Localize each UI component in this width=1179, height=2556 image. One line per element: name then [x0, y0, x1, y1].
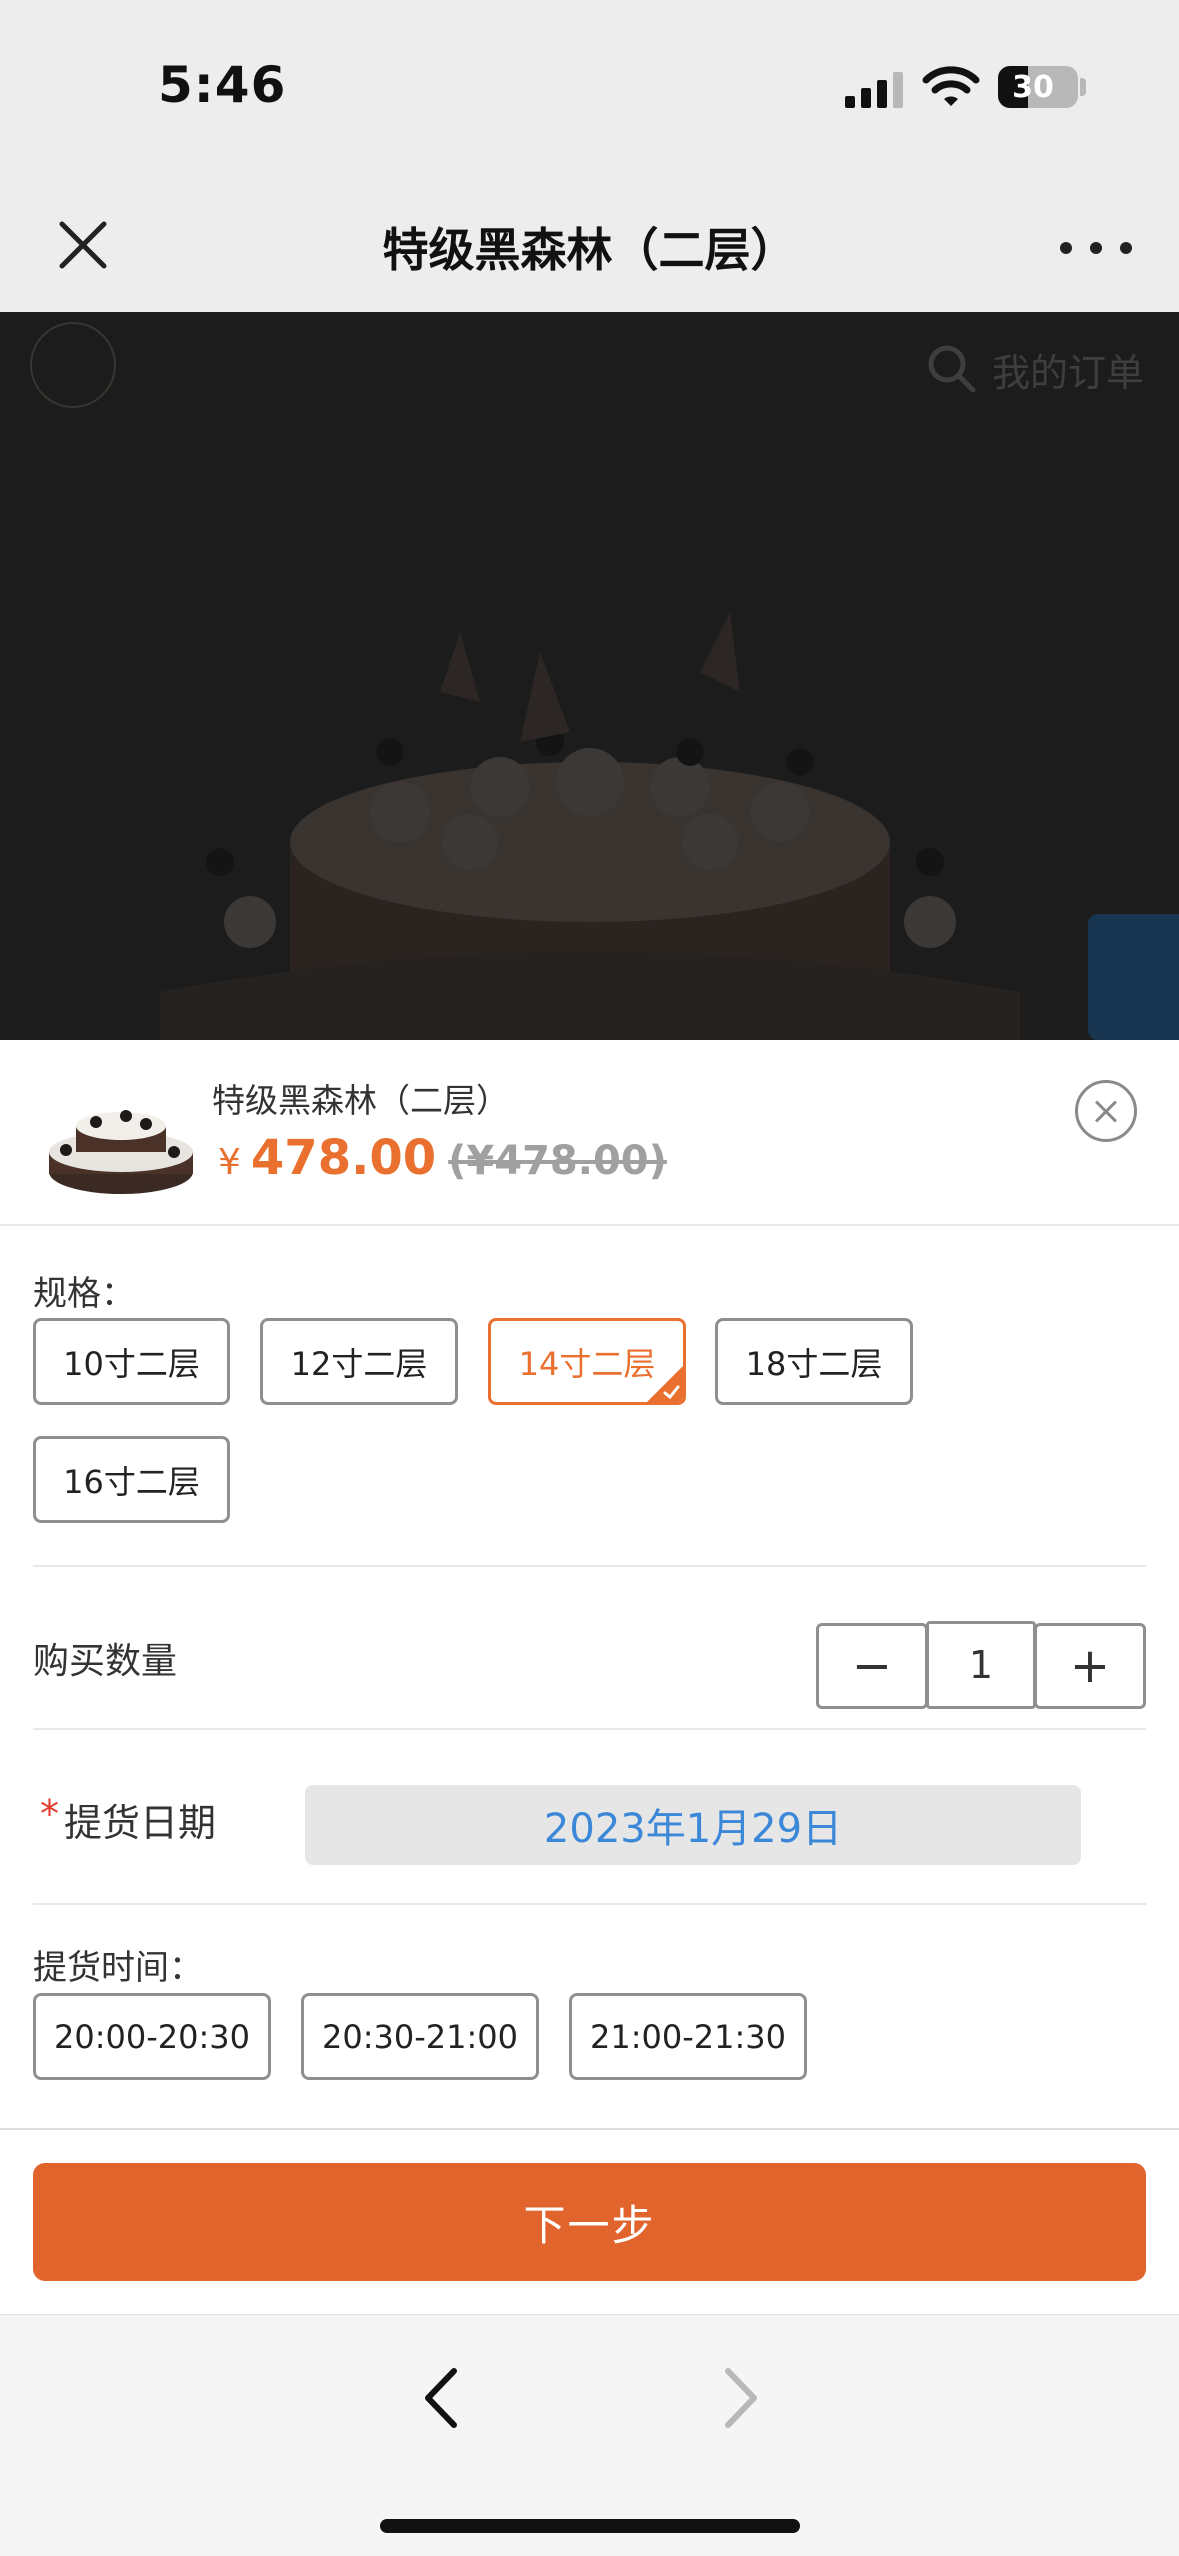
- next-step-button[interactable]: 下一步: [33, 2163, 1146, 2281]
- status-bar: 5:46 30: [0, 0, 1179, 180]
- product-name: 特级黑森林（二层）: [212, 1081, 509, 1120]
- search-icon[interactable]: [925, 342, 977, 394]
- pickup-time-option[interactable]: 20:00-20:30: [33, 1993, 271, 2080]
- sheet-close-icon[interactable]: [1075, 1080, 1137, 1142]
- quantity-minus-button[interactable]: −: [816, 1623, 928, 1709]
- product-hero: 我的订单: [0, 312, 1179, 1040]
- price-row: ¥ 478.00 (¥478.00): [218, 1130, 667, 1200]
- page-title: 特级黑森林（二层）: [382, 223, 797, 277]
- wifi-icon: [922, 66, 980, 106]
- spec-option-label: 14寸二层: [518, 1344, 656, 1383]
- customer-service-icon[interactable]: [1088, 914, 1179, 1040]
- pickup-date-label: 提货日期: [64, 1801, 217, 1845]
- battery-tip: [1080, 78, 1086, 96]
- spec-option-16[interactable]: 16寸二层: [33, 1436, 230, 1523]
- forward-arrow-icon[interactable]: [712, 2355, 772, 2441]
- purchase-sheet: 特级黑森林（二层） ¥ 478.00 (¥478.00) 规格： 10寸二层 1…: [0, 1040, 1179, 2314]
- divider: [0, 1224, 1179, 1226]
- page: 5:46 30 特级黑森林（二层） 我的订单 特级黑森林（二层） ¥ 478.0…: [0, 0, 1179, 2556]
- quantity-label: 购买数量: [33, 1641, 178, 1682]
- required-mark: *: [40, 1792, 59, 1836]
- pickup-time-label: 提货时间：: [33, 1948, 203, 1988]
- quantity-plus-button[interactable]: +: [1034, 1623, 1146, 1709]
- cake-photo: [160, 612, 1020, 1040]
- currency-symbol: ¥: [218, 1142, 241, 1183]
- quantity-value[interactable]: 1: [926, 1621, 1036, 1709]
- battery-icon: 30: [998, 66, 1078, 108]
- status-time: 5:46: [158, 56, 287, 114]
- spec-label: 规格：: [33, 1274, 135, 1314]
- selected-check-icon: [647, 1366, 683, 1402]
- current-price: 478.00: [250, 1130, 437, 1186]
- my-orders-link[interactable]: 我的订单: [992, 342, 1144, 397]
- home-indicator: [380, 2519, 800, 2533]
- more-dots-icon[interactable]: [1060, 220, 1132, 276]
- divider: [33, 1728, 1146, 1730]
- divider: [33, 1565, 1146, 1567]
- divider: [33, 1903, 1146, 1905]
- spec-option-18[interactable]: 18寸二层: [715, 1318, 913, 1405]
- signal-icon: [845, 72, 903, 108]
- spec-option-10[interactable]: 10寸二层: [33, 1318, 230, 1405]
- pickup-time-option[interactable]: 20:30-21:00: [301, 1993, 539, 2080]
- product-thumbnail: [49, 1110, 193, 1194]
- shop-logo: [30, 322, 116, 408]
- pickup-time-option[interactable]: 21:00-21:30: [569, 1993, 807, 2080]
- nav-bar: 特级黑森林（二层）: [0, 180, 1179, 312]
- battery-level: 30: [1012, 70, 1054, 105]
- pickup-date-field[interactable]: 2023年1月29日: [305, 1785, 1081, 1865]
- divider: [0, 2128, 1179, 2130]
- spec-option-12[interactable]: 12寸二层: [260, 1318, 458, 1405]
- original-price: (¥478.00): [448, 1138, 667, 1184]
- browser-toolbar: [0, 2314, 1179, 2556]
- back-arrow-icon[interactable]: [410, 2355, 470, 2441]
- quantity-stepper: − 1 +: [816, 1621, 1146, 1709]
- spec-option-14-selected[interactable]: 14寸二层: [488, 1318, 686, 1405]
